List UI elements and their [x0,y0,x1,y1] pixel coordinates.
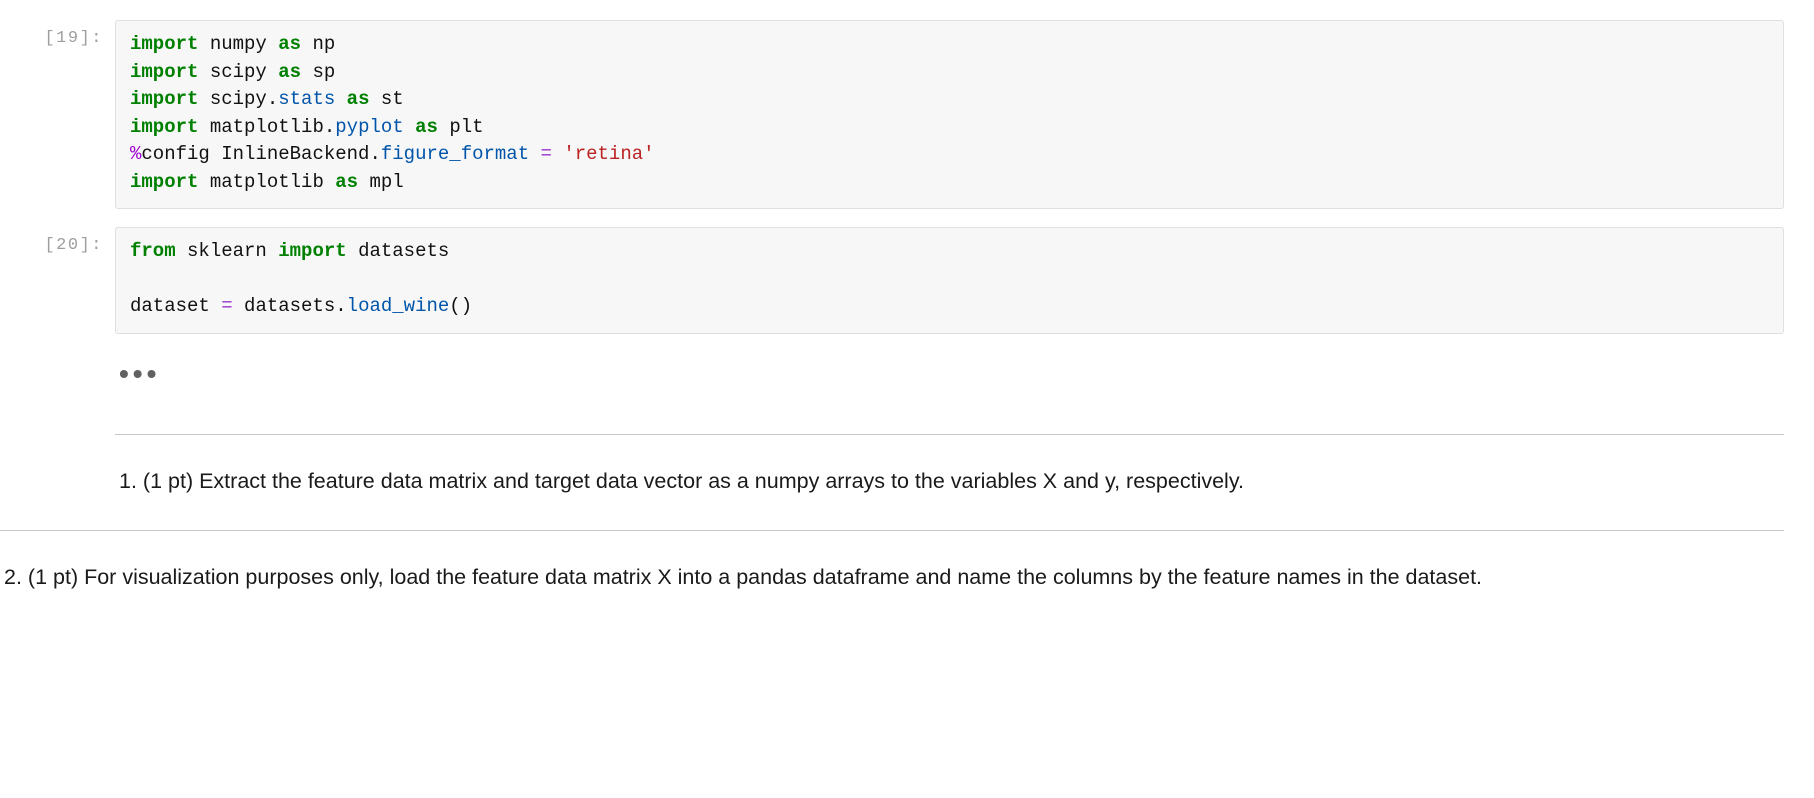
alias: np [312,33,335,55]
operator-eq: = [221,295,232,317]
module-name: matplotlib [210,116,324,138]
keyword-import: import [130,171,198,193]
keyword-import: import [130,116,198,138]
module-ref: datasets [244,295,335,317]
keyword-import: import [130,61,198,83]
code-input[interactable]: import numpy as np import scipy as sp im… [115,20,1784,209]
module-name: numpy [210,33,267,55]
import-target: datasets [358,240,449,262]
alias: st [381,88,404,110]
markdown-cell-q2[interactable]: 2. (1 pt) For visualization purposes onl… [0,530,1784,594]
ellipsis-icon: ••• [115,352,1784,408]
keyword-as: as [278,61,301,83]
dot: . [267,88,278,110]
question-number: 2. [4,565,22,589]
divider [0,530,1784,531]
alias: plt [449,116,483,138]
keyword-as: as [278,33,301,55]
dot: . [335,295,346,317]
submodule: stats [278,88,335,110]
question-2: 2. (1 pt) For visualization purposes onl… [4,561,1784,594]
question-text: Extract the feature data matrix and targ… [199,469,1244,493]
module-name: scipy [210,88,267,110]
code-cell-20[interactable]: [20]: from sklearn import datasets datas… [0,227,1814,334]
keyword-as: as [335,171,358,193]
keyword-import: import [278,240,346,262]
dot: . [369,143,380,165]
notebook: [19]: import numpy as np import scipy as… [0,20,1814,595]
module-name: matplotlib [210,171,324,193]
string-literal: 'retina' [563,143,654,165]
operator-eq: = [541,143,552,165]
function-call: load_wine [347,295,450,317]
keyword-as: as [415,116,438,138]
question-points: (1 pt) [143,469,193,493]
question-text: For visualization purposes only, load th… [84,565,1482,589]
question-points: (1 pt) [28,565,78,589]
magic-percent: % [130,143,141,165]
alias: sp [312,61,335,83]
magic-cmd: config [141,143,209,165]
variable: dataset [130,295,210,317]
dot: . [324,116,335,138]
question-1: 1. (1 pt) Extract the feature data matri… [119,465,1784,498]
prompt-label: [19]: [20,20,115,48]
keyword-import: import [130,88,198,110]
keyword-import: import [130,33,198,55]
keyword-from: from [130,240,176,262]
question-number: 1. [119,469,137,493]
config-attr: figure_format [381,143,529,165]
code-input[interactable]: from sklearn import datasets dataset = d… [115,227,1784,334]
module-name: sklearn [187,240,267,262]
alias: mpl [369,171,403,193]
submodule: pyplot [335,116,403,138]
module-name: scipy [210,61,267,83]
markdown-cell-ellipsis[interactable]: ••• 1. (1 pt) Extract the feature data m… [115,352,1784,498]
parens: () [449,295,472,317]
code-cell-19[interactable]: [19]: import numpy as np import scipy as… [0,20,1814,209]
divider [115,434,1784,435]
prompt-label: [20]: [20,227,115,255]
config-target: InlineBackend [221,143,369,165]
keyword-as: as [347,88,370,110]
